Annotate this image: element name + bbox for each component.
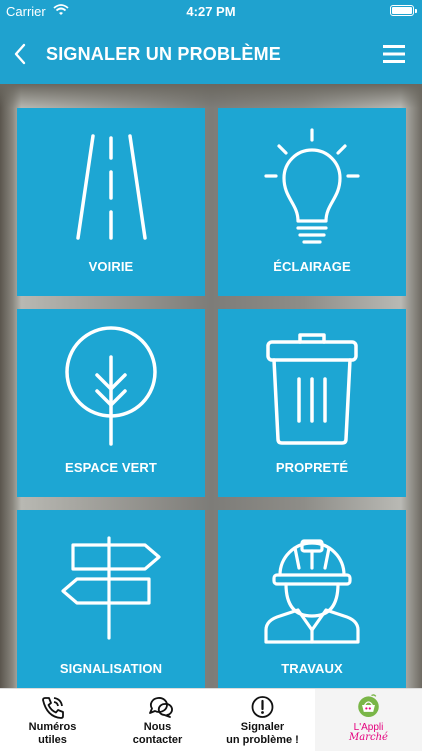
phone-icon [42,697,64,719]
navigation-bar: SIGNALER UN PROBLÈME [0,24,422,84]
tile-eclairage[interactable]: ÉCLAIRAGE [218,108,406,296]
tab-numeros-utiles[interactable]: Numéros utiles [0,689,105,751]
tab-label-line1: Numéros [28,721,77,733]
page-title: SIGNALER UN PROBLÈME [46,44,282,64]
tab-signaler-probleme[interactable]: Signaler un problème ! [210,689,315,751]
hamburger-menu-icon[interactable] [382,42,406,66]
tab-label-line1: Signaler [240,721,285,733]
tile-label: ESPACE VERT [65,460,157,475]
tile-label: TRAVAUX [281,661,343,676]
chat-bubbles-icon [149,697,173,718]
tile-signalisation[interactable]: SIGNALISATION [17,510,205,688]
tile-proprete[interactable]: PROPRETÉ [218,309,406,497]
tab-nous-contacter[interactable]: Nous contacter [105,689,210,751]
tile-voirie[interactable]: VOIRIE [17,108,205,296]
tab-label-line2: un problème ! [226,734,299,746]
tile-travaux[interactable]: TRAVAUX [218,510,406,688]
chevron-left-icon[interactable] [10,40,32,68]
battery-icon [390,5,417,16]
tab-appli-marche[interactable]: L'Appli Marché [315,689,422,751]
tab-label-line1: Nous [143,721,172,733]
status-bar: Carrier 4:27 PM [0,0,422,24]
tile-espace-vert[interactable]: ESPACE VERT [17,309,205,497]
tab-label-line2: utiles [38,734,67,746]
tile-label: VOIRIE [88,259,134,274]
exclamation-circle-icon [251,696,274,718]
clock: 4:27 PM [186,4,236,19]
logo-text-line2: Marché [349,732,388,743]
tile-label: ÉCLAIRAGE [273,259,351,274]
tab-label-line2: contacter [132,734,183,746]
appli-marche-logo [358,694,379,717]
tab-bar: Numéros utiles Nous contacter Signaler u… [0,688,422,751]
tile-label: SIGNALISATION [59,661,163,676]
tile-label: PROPRETÉ [275,460,349,475]
category-grid: VOIRIE ÉCLAIRAGE ESPACE VERT PROPRETÉ SI… [0,84,422,688]
